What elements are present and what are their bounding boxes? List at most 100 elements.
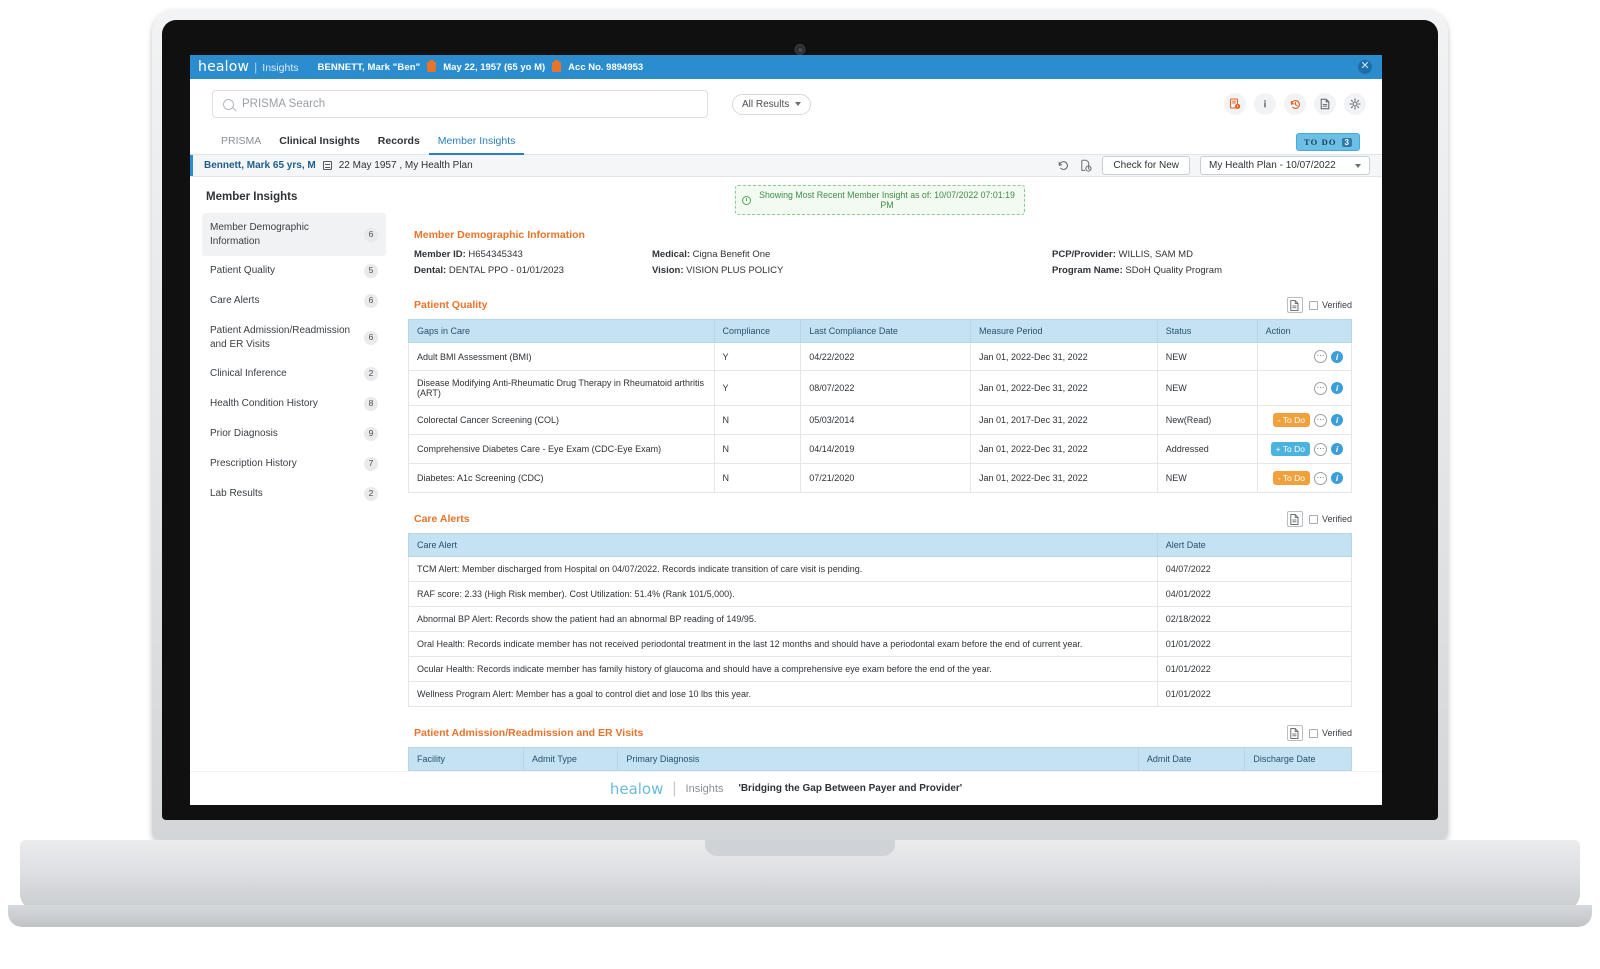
info-icon[interactable]: i [1331, 350, 1343, 363]
cell-gap: Colorectal Cancer Screening (COL) [408, 405, 715, 435]
verified-checkbox-admissions[interactable]: Verified [1308, 728, 1352, 738]
cell-alert-date: 01/01/2022 [1156, 681, 1353, 707]
cell-compliance: N [713, 434, 802, 464]
cell-alert-date: 01/01/2022 [1156, 656, 1353, 682]
field-label: Medical: [652, 249, 691, 260]
info-icon[interactable]: i [1331, 382, 1343, 394]
cell-alert: Wellness Program Alert: Member has a goa… [408, 681, 1158, 707]
sidebar-item-label: Prescription History [210, 458, 297, 470]
patient-strip-meta: 22 May 1957 , My Health Plan [338, 160, 473, 171]
info-icon[interactable]: i [1331, 472, 1343, 484]
export-document-icon[interactable] [1286, 297, 1303, 313]
tab-member-insights[interactable]: Member Insights [428, 135, 525, 155]
more-options-icon[interactable]: ⋯ [1314, 350, 1327, 363]
cell-last-date: 05/03/2014 [800, 405, 972, 435]
sidebar-item-count: 6 [364, 227, 378, 242]
todo-badge[interactable]: TO DO 3 [1296, 133, 1360, 151]
sidebar-item-prescription-history[interactable]: Prescription History 7 [202, 449, 386, 479]
sidebar-item-clinical-inference[interactable]: Clinical Inference 2 [202, 359, 386, 389]
footer-tagline: 'Bridging the Gap Between Payer and Prov… [738, 783, 963, 794]
clock-icon [742, 195, 751, 205]
field-value: Cigna Benefit One [692, 249, 771, 260]
info-icon[interactable] [1254, 93, 1276, 115]
birthday-cake-icon [427, 60, 437, 72]
section-actions: Verified [1286, 511, 1352, 527]
search-input[interactable]: PRISMA Search [212, 90, 708, 118]
footer-separator: | [672, 779, 677, 797]
sidebar-item-count: 7 [364, 457, 378, 471]
health-plan-select[interactable]: My Health Plan - 10/07/2022 [1200, 156, 1370, 175]
tab-clinical-insights[interactable]: Clinical Insights [270, 135, 369, 154]
document-history-icon[interactable] [1080, 159, 1092, 172]
export-document-icon[interactable] [1286, 725, 1303, 741]
sidebar-title: Member Insights [206, 191, 298, 203]
cell-period: Jan 01, 2022-Dec 31, 2022 [970, 370, 1158, 406]
remove-todo-button[interactable]: - To Do [1272, 413, 1310, 427]
todo-badge-count: 3 [1341, 137, 1352, 147]
table-row: Wellness Program Alert: Member has a goa… [408, 681, 1353, 707]
remove-todo-button[interactable]: - To Do [1272, 471, 1310, 485]
sidebar-item-health-condition-history[interactable]: Health Condition History 8 [202, 389, 386, 419]
col-admit-date: Admit Date [1137, 747, 1246, 771]
cell-status: Addressed [1156, 434, 1258, 464]
cell-period: Jan 01, 2022-Dec 31, 2022 [970, 434, 1158, 464]
table-row: RAF score: 2.33 (High Risk member). Cost… [408, 581, 1353, 607]
sidebar-item-count: 9 [364, 427, 378, 441]
col-compliance: Compliance [713, 319, 802, 343]
cell-status: NEW [1156, 342, 1258, 371]
patient-strip-actions: Check for New My Health Plan - 10/07/202… [1057, 156, 1370, 175]
field-value: VISION PLUS POLICY [686, 265, 784, 276]
cell-alert-date: 04/01/2022 [1156, 581, 1353, 607]
export-document-icon[interactable] [1286, 511, 1303, 527]
more-options-icon[interactable]: ⋯ [1314, 442, 1327, 456]
more-options-icon[interactable]: ⋯ [1314, 381, 1327, 395]
history-icon[interactable] [1284, 93, 1306, 115]
more-options-icon[interactable]: ⋯ [1314, 413, 1327, 427]
sidebar-item-patient-admission-readmission-and-er-visits[interactable]: Patient Admission/Readmission and ER Vis… [202, 316, 386, 359]
patient-quality-table: Gaps in Care Compliance Last Compliance … [408, 319, 1353, 493]
refresh-icon[interactable] [1057, 159, 1070, 172]
cell-last-date: 04/14/2019 [800, 434, 972, 464]
section-actions: Verified [1286, 725, 1352, 741]
sidebar-item-count: 6 [364, 294, 378, 308]
cell-alert: Abnormal BP Alert: Records show the pati… [408, 606, 1158, 632]
titlebar-patient-name: BENNETT, Mark "Ben" [317, 61, 421, 73]
field-value: WILLIS, SAM MD [1118, 249, 1193, 260]
field-label: Member ID: [414, 249, 466, 260]
laptop-foot [8, 905, 1592, 927]
check-for-new-button[interactable]: Check for New [1102, 156, 1190, 175]
close-icon[interactable]: ✕ [1358, 60, 1372, 74]
section-title-admissions: Patient Admission/Readmission and ER Vis… [414, 727, 644, 739]
sidebar-item-label: Patient Admission/Readmission and ER Vis… [210, 325, 351, 350]
report-alert-icon[interactable] [1224, 93, 1246, 115]
all-results-dropdown[interactable]: All Results [732, 93, 812, 115]
sidebar-item-member-demographic-information[interactable]: Member Demographic Information 6 [202, 213, 386, 256]
sidebar-item-lab-results[interactable]: Lab Results 2 [202, 479, 386, 509]
field-value: DENTAL PPO - 01/01/2023 [448, 265, 564, 276]
table-header-row: Care Alert Alert Date [408, 533, 1353, 557]
sidebar-item-count: 8 [364, 397, 378, 411]
field-value: H654345343 [468, 249, 523, 260]
sidebar-item-care-alerts[interactable]: Care Alerts 6 [202, 286, 386, 316]
tab-prisma[interactable]: PRISMA [212, 135, 270, 154]
healow-logo: healow | Insights [198, 59, 298, 75]
sidebar-item-patient-quality[interactable]: Patient Quality 5 [202, 256, 386, 286]
cell-action: ⋯ i [1256, 342, 1353, 371]
sidebar-item-label: Member Demographic Information [210, 222, 309, 247]
info-icon[interactable]: i [1331, 414, 1343, 426]
sidebar-item-prior-diagnosis[interactable]: Prior Diagnosis 9 [202, 419, 386, 449]
add-todo-button[interactable]: + To Do [1270, 442, 1310, 456]
application-window: healow | Insights BENNETT, Mark "Ben" Ma… [190, 55, 1382, 805]
sidebar-item-label: Health Condition History [210, 398, 318, 410]
tab-records[interactable]: Records [369, 135, 429, 154]
section-title-patient-quality: Patient Quality [414, 299, 488, 311]
verified-label: Verified [1321, 514, 1352, 524]
verified-checkbox-care-alerts[interactable]: Verified [1308, 514, 1352, 524]
gear-icon[interactable] [1344, 93, 1366, 115]
verified-checkbox-patient-quality[interactable]: Verified [1308, 300, 1352, 310]
id-card-icon [552, 60, 562, 72]
document-log-icon[interactable] [1314, 93, 1336, 115]
calendar-icon [322, 161, 332, 170]
more-options-icon[interactable]: ⋯ [1314, 471, 1327, 485]
info-icon[interactable]: i [1331, 443, 1343, 455]
